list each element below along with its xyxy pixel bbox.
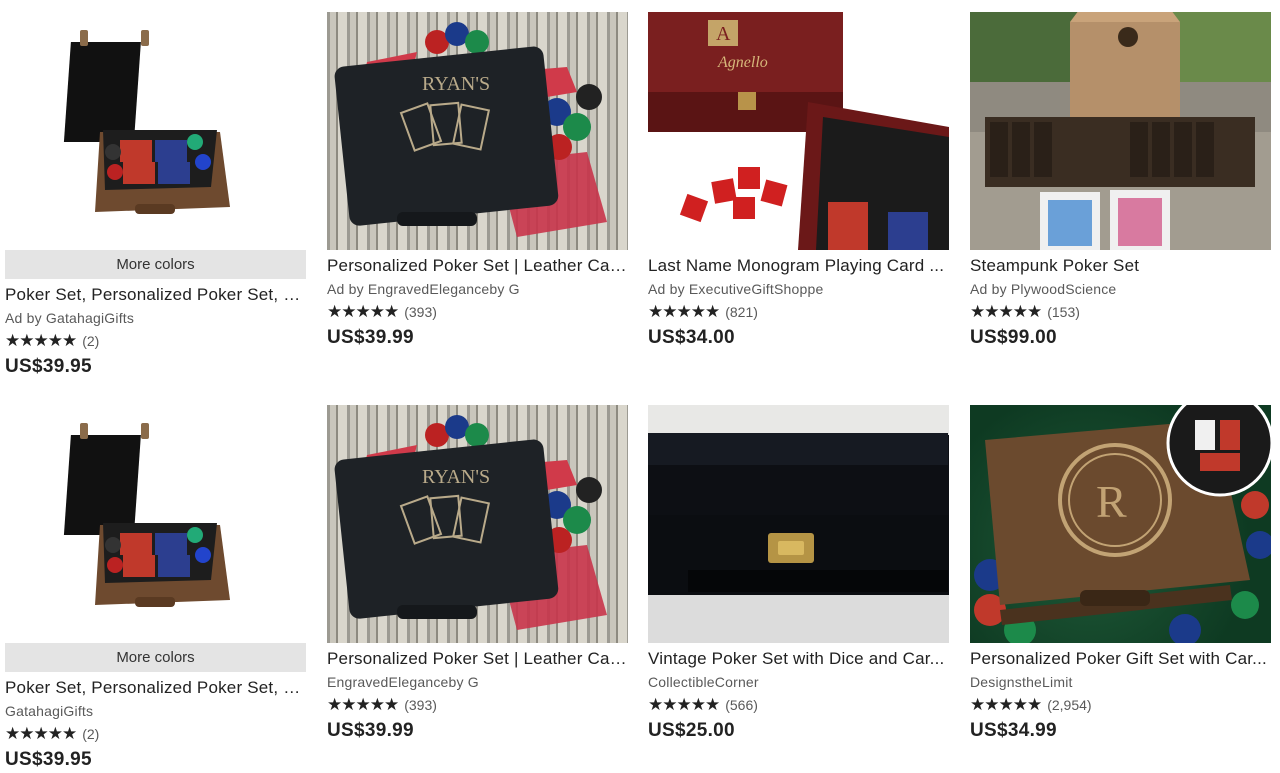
listing-card[interactable]: More colors Poker Set, Personalized Poke… <box>5 12 306 378</box>
price: US$25.00 <box>648 720 735 741</box>
listing-image[interactable]: R <box>970 405 1271 643</box>
price: US$39.95 <box>5 356 92 377</box>
star-rating-icon: ★★★★★ <box>970 302 1042 321</box>
rating: ★★★★★ (2) <box>5 724 306 744</box>
shop-name[interactable]: CollectibleCorner <box>648 674 949 690</box>
price: US$34.99 <box>970 720 1057 741</box>
more-colors-label[interactable]: More colors <box>5 643 306 672</box>
listing-title[interactable]: Poker Set, Personalized Poker Set, E... <box>5 285 306 305</box>
shop-name[interactable]: Ad by ExecutiveGiftShoppe <box>648 281 949 297</box>
rating: ★★★★★ (566) <box>648 695 949 715</box>
review-count: (566) <box>725 697 758 713</box>
star-rating-icon: ★★★★★ <box>5 331 77 350</box>
price: US$99.00 <box>970 327 1057 348</box>
listing-image[interactable]: RYAN'S <box>327 12 628 250</box>
review-count: (2,954) <box>1047 697 1092 713</box>
shop-name[interactable]: DesignstheLimit <box>970 674 1271 690</box>
star-rating-icon: ★★★★★ <box>327 695 399 714</box>
listing-card[interactable]: Vintage Poker Set with Dice and Car... C… <box>648 405 949 742</box>
shop-name[interactable]: Ad by EngravedEleganceby G <box>327 281 628 297</box>
price: US$34.00 <box>648 327 735 348</box>
rating: ★★★★★ (2,954) <box>970 695 1271 715</box>
listing-title[interactable]: Vintage Poker Set with Dice and Car... <box>648 649 949 669</box>
review-count: (821) <box>725 304 758 320</box>
price: US$39.99 <box>327 720 414 741</box>
listing-card[interactable]: RYAN'S Personalized Poker Set | Leather … <box>327 405 628 742</box>
svg-text:R: R <box>1096 476 1127 527</box>
listing-image[interactable]: RYAN'S <box>327 405 628 643</box>
listing-image[interactable] <box>5 405 306 643</box>
rating: ★★★★★ (2) <box>5 331 306 351</box>
listing-image[interactable] <box>970 12 1271 250</box>
listing-title[interactable]: Steampunk Poker Set <box>970 256 1271 276</box>
shop-name[interactable]: GatahagiGifts <box>5 703 306 719</box>
svg-text:Agnello: Agnello <box>717 54 768 71</box>
review-count: (393) <box>404 697 437 713</box>
rating: ★★★★★ (393) <box>327 302 628 322</box>
listing-card[interactable]: A Agnello Last Name Monogram Playing Car… <box>648 12 949 349</box>
star-rating-icon: ★★★★★ <box>327 302 399 321</box>
star-rating-icon: ★★★★★ <box>5 724 77 743</box>
rating: ★★★★★ (153) <box>970 302 1271 322</box>
shop-name[interactable]: Ad by PlywoodScience <box>970 281 1271 297</box>
price: US$39.99 <box>327 327 414 348</box>
listing-card[interactable]: More colors Poker Set, Personalized Poke… <box>5 405 306 771</box>
listing-image[interactable] <box>5 12 306 250</box>
listing-title[interactable]: Personalized Poker Set | Leather Cas... <box>327 649 628 669</box>
review-count: (393) <box>404 304 437 320</box>
review-count: (2) <box>82 726 100 742</box>
listing-card[interactable]: Steampunk Poker Set Ad by PlywoodScience… <box>970 12 1271 349</box>
rating: ★★★★★ (393) <box>327 695 628 715</box>
svg-text:A: A <box>716 23 731 45</box>
listing-card[interactable]: RYAN'S Personalized Poker Set | Leather … <box>327 12 628 349</box>
star-rating-icon: ★★★★★ <box>648 302 720 321</box>
listing-title[interactable]: Poker Set, Personalized Poker Set, E... <box>5 678 306 698</box>
listing-title[interactable]: Last Name Monogram Playing Card ... <box>648 256 949 276</box>
listing-image[interactable]: A Agnello <box>648 12 949 250</box>
listing-grid: More colors Poker Set, Personalized Poke… <box>0 0 1280 773</box>
rating: ★★★★★ (821) <box>648 302 949 322</box>
more-colors-label[interactable]: More colors <box>5 250 306 279</box>
price: US$39.95 <box>5 749 92 770</box>
svg-text:RYAN'S: RYAN'S <box>422 73 490 95</box>
listing-image[interactable] <box>648 405 949 643</box>
listing-title[interactable]: Personalized Poker Gift Set with Car... <box>970 649 1271 669</box>
svg-text:RYAN'S: RYAN'S <box>422 466 490 488</box>
shop-name[interactable]: Ad by GatahagiGifts <box>5 310 306 326</box>
star-rating-icon: ★★★★★ <box>970 695 1042 714</box>
star-rating-icon: ★★★★★ <box>648 695 720 714</box>
review-count: (153) <box>1047 304 1080 320</box>
listing-card[interactable]: R Personalized Poker Gift Set with Car..… <box>970 405 1271 742</box>
shop-name[interactable]: EngravedEleganceby G <box>327 674 628 690</box>
review-count: (2) <box>82 333 100 349</box>
listing-title[interactable]: Personalized Poker Set | Leather Cas... <box>327 256 628 276</box>
